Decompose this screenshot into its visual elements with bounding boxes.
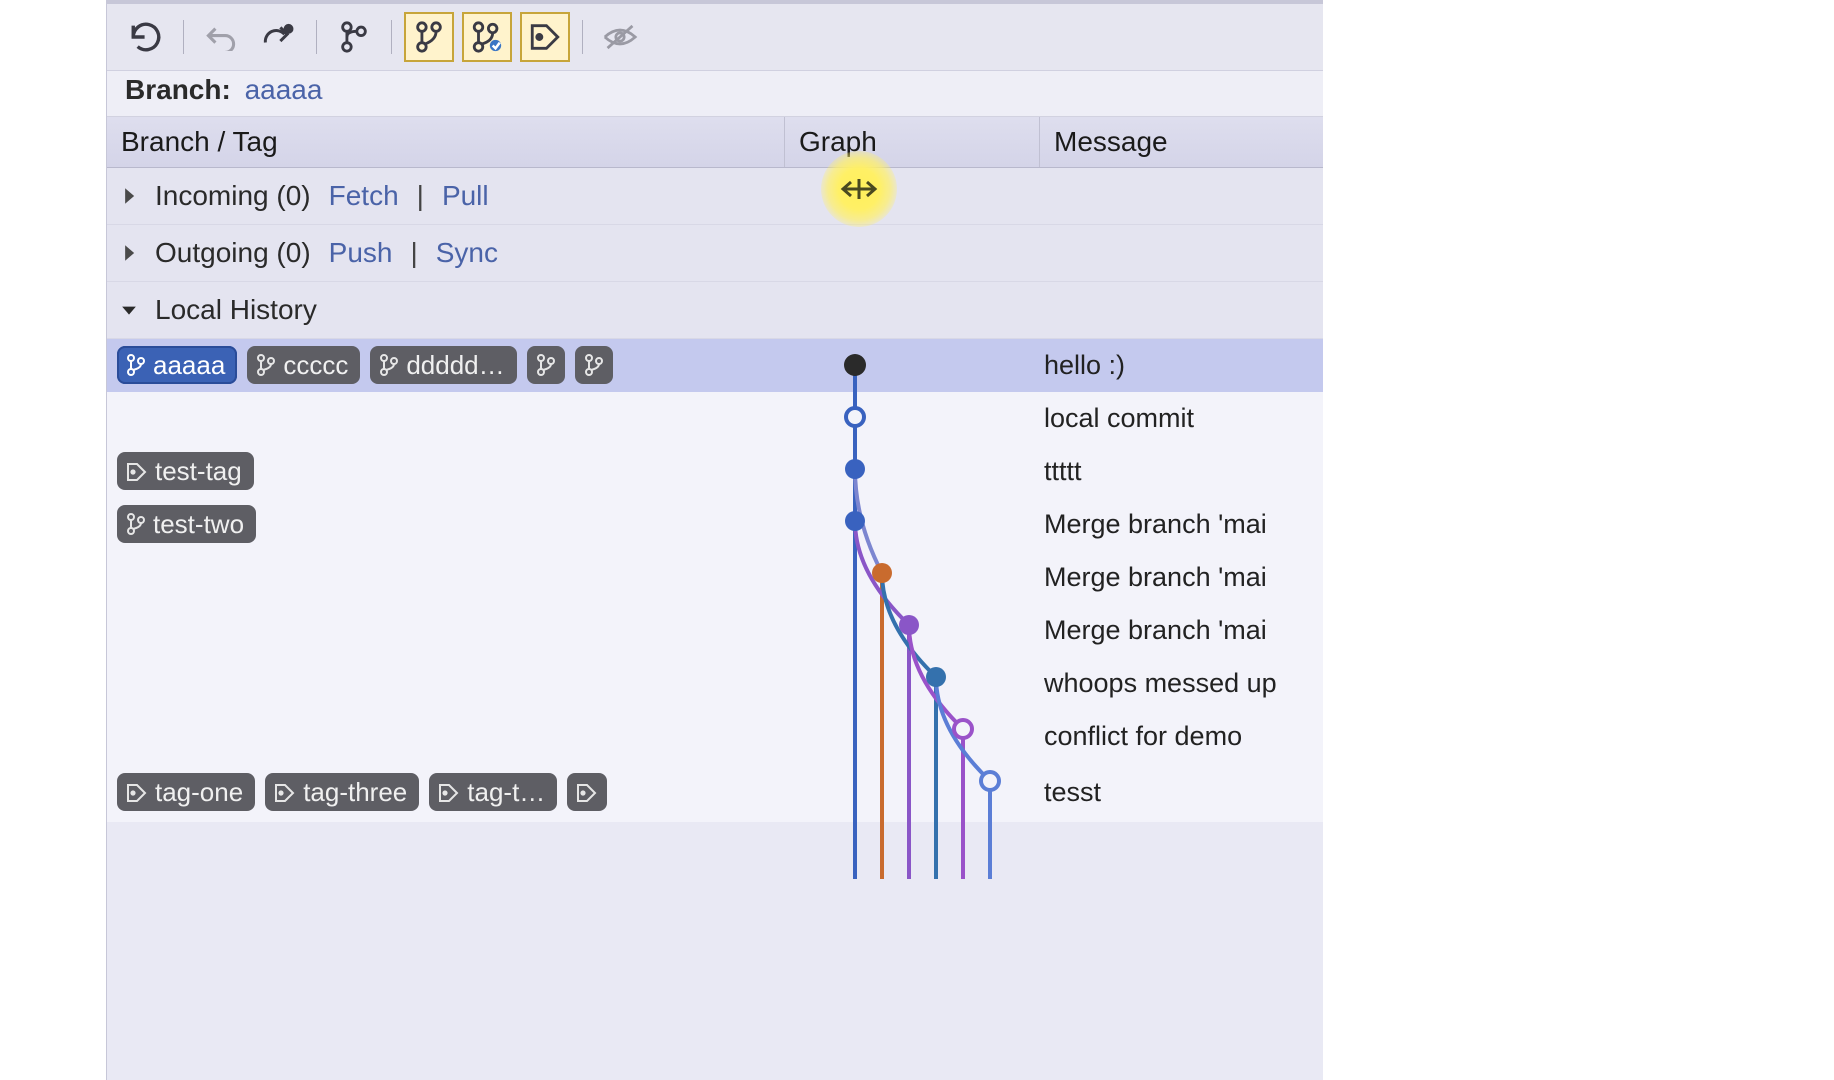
chevron-right-icon (121, 244, 137, 262)
branch-badge[interactable]: aaaaa (117, 346, 237, 384)
col-message[interactable]: Message (1040, 117, 1323, 167)
toolbar-separator (391, 20, 392, 54)
tag-icon (125, 781, 149, 803)
chevron-right-icon (121, 187, 137, 205)
toolbar (107, 4, 1323, 71)
tag-badge[interactable] (567, 773, 607, 811)
branch-badge[interactable] (527, 346, 565, 384)
commit-message: Merge branch 'mai (1040, 615, 1323, 646)
commit-row[interactable]: test-tag ttttt (107, 445, 1323, 498)
commit-row[interactable]: aaaaa ccccc ddddd… hello :) (107, 339, 1323, 392)
tag-badge[interactable]: tag-three (265, 773, 419, 811)
tag-icon (125, 460, 149, 482)
column-header: Branch / Tag Graph Message (107, 117, 1323, 168)
tag-badge[interactable]: test-tag (117, 452, 254, 490)
incoming-section[interactable]: Incoming (0) Fetch | Pull (107, 168, 1323, 225)
branch-label: Branch: (125, 74, 231, 105)
commit-row[interactable]: Merge branch 'mai (107, 551, 1323, 604)
commit-message: conflict for demo (1040, 721, 1323, 752)
commit-message: hello :) (1040, 350, 1323, 381)
tag-toggle-button[interactable] (520, 12, 570, 62)
commit-message: whoops messed up (1040, 668, 1323, 699)
tag-icon (575, 781, 599, 803)
tag-icon (528, 21, 562, 53)
branch-icon (255, 352, 277, 378)
undo-icon (204, 23, 238, 51)
pull-link[interactable]: Pull (442, 180, 489, 212)
redo-commit-icon (261, 22, 297, 52)
sync-link[interactable]: Sync (436, 237, 498, 269)
push-link[interactable]: Push (329, 237, 393, 269)
branch-indicator: Branch: aaaaa (107, 71, 1323, 117)
col-branch-tag[interactable]: Branch / Tag (107, 117, 785, 167)
commit-row[interactable]: whoops messed up (107, 657, 1323, 710)
local-history-section[interactable]: Local History (107, 282, 1323, 339)
refresh-button[interactable] (121, 12, 171, 62)
branch-merge-icon (470, 20, 504, 54)
branch-badge[interactable]: ddddd… (370, 346, 516, 384)
tag-badge[interactable]: tag-one (117, 773, 255, 811)
chevron-down-icon (121, 303, 137, 317)
branch-icon (125, 352, 147, 378)
branch-icon (583, 352, 605, 378)
eye-off-icon (602, 22, 638, 52)
incoming-label: Incoming (0) (155, 180, 311, 212)
local-history-label: Local History (155, 294, 317, 326)
fetch-link[interactable]: Fetch (329, 180, 399, 212)
branch-merge-button[interactable] (462, 12, 512, 62)
commit-message: ttttt (1040, 456, 1323, 487)
commit-message: local commit (1040, 403, 1323, 434)
branch-all-icon (413, 20, 445, 54)
commit-list: aaaaa ccccc ddddd… hello :) (107, 339, 1323, 822)
branch-badge[interactable] (575, 346, 613, 384)
git-history-panel: Branch: aaaaa Branch / Tag Graph Message… (106, 0, 1323, 1080)
branch-all-button[interactable] (404, 12, 454, 62)
outgoing-label: Outgoing (0) (155, 237, 311, 269)
commit-message: tesst (1040, 777, 1323, 808)
outgoing-section[interactable]: Outgoing (0) Push | Sync (107, 225, 1323, 282)
branch-badge[interactable]: test-two (117, 505, 256, 543)
branch-icon (535, 352, 557, 378)
col-graph[interactable]: Graph (785, 117, 1040, 167)
branch-simple-button[interactable] (329, 12, 379, 62)
branch-simple-icon (338, 20, 370, 54)
branch-badge[interactable]: ccccc (247, 346, 360, 384)
toolbar-separator (183, 20, 184, 54)
redo-commit-button[interactable] (254, 12, 304, 62)
branch-icon (125, 511, 147, 537)
current-branch-name[interactable]: aaaaa (245, 74, 323, 105)
tag-icon (273, 781, 297, 803)
commit-message: Merge branch 'mai (1040, 562, 1323, 593)
commit-row[interactable]: conflict for demo (107, 710, 1323, 763)
commit-row[interactable]: test-two Merge branch 'mai (107, 498, 1323, 551)
refresh-icon (129, 20, 163, 54)
commit-message: Merge branch 'mai (1040, 509, 1323, 540)
commit-row[interactable]: local commit (107, 392, 1323, 445)
commit-row[interactable]: tag-one tag-three tag-t… tesst (107, 763, 1323, 822)
hidden-eye-button[interactable] (595, 12, 645, 62)
tag-badge[interactable]: tag-t… (429, 773, 557, 811)
tag-icon (437, 781, 461, 803)
toolbar-separator (582, 20, 583, 54)
undo-button[interactable] (196, 12, 246, 62)
branch-icon (378, 352, 400, 378)
commit-row[interactable]: Merge branch 'mai (107, 604, 1323, 657)
toolbar-separator (316, 20, 317, 54)
